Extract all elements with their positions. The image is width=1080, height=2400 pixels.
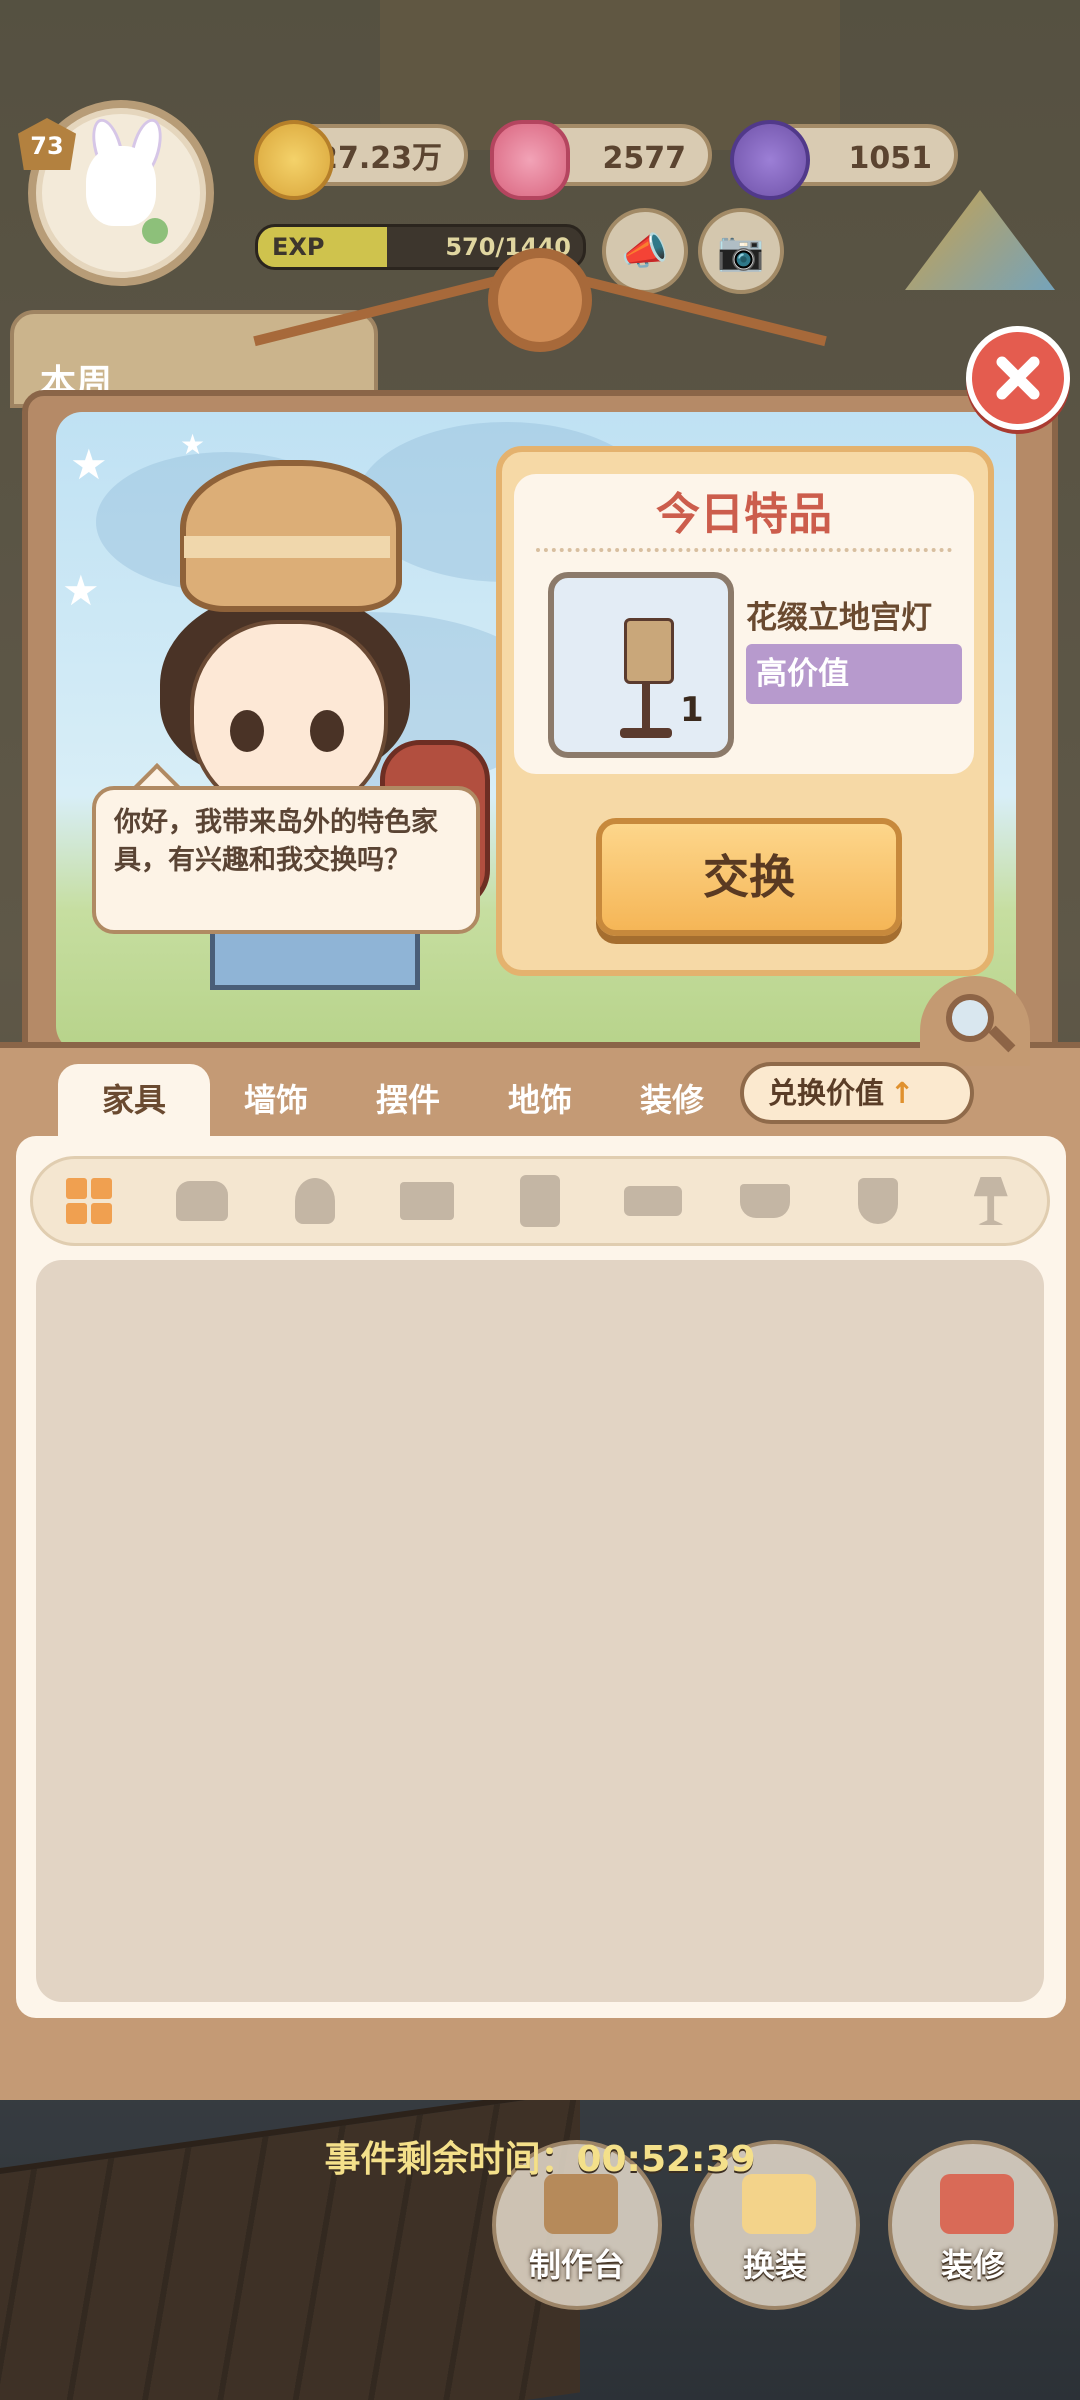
heart-icon — [490, 120, 570, 200]
floor-lantern-icon — [624, 618, 674, 684]
daily-special-title: 今日特品 — [656, 489, 832, 540]
arrow-up-icon: ↑ — [890, 1076, 915, 1110]
heart-counter[interactable]: 2577 — [490, 120, 712, 200]
hanger-knob — [488, 248, 592, 352]
toilet-icon — [858, 1178, 899, 1224]
subcat-kitchen[interactable] — [709, 1159, 822, 1243]
subcat-all[interactable] — [33, 1159, 146, 1243]
close-button[interactable] — [966, 326, 1070, 430]
value-tag: 高价值 — [746, 644, 962, 704]
announcement-button[interactable]: 📣 — [602, 208, 688, 294]
decorate-label: 装修 — [940, 2246, 1005, 2284]
outfit-label: 换装 — [742, 2246, 807, 2284]
lamp-icon — [973, 1177, 1008, 1225]
bed-icon — [623, 1186, 682, 1216]
subcat-bathroom[interactable] — [822, 1159, 935, 1243]
grid-icon — [66, 1178, 113, 1224]
speech-text: 你好，我带来岛外的特色家具，有兴趣和我交换吗？ — [114, 807, 438, 876]
exp-label: EXP — [272, 233, 325, 261]
sort-label: 兑换价值 — [768, 1076, 885, 1110]
item-count: 1 — [680, 690, 704, 730]
pot-icon — [740, 1184, 791, 1218]
subcat-desk[interactable] — [371, 1159, 484, 1243]
exchange-button[interactable]: 交换 — [596, 818, 902, 936]
sofa-icon — [176, 1181, 228, 1221]
shirt-icon — [742, 2174, 816, 2234]
heart-value: 2577 — [602, 141, 687, 176]
craft-label: 制作台 — [528, 2246, 625, 2284]
bunny-icon — [86, 146, 156, 226]
event-timer: 事件剩余时间：00:52:39 — [324, 2139, 756, 2180]
energy-value: 1051 — [848, 141, 933, 176]
subcat-sofa[interactable] — [146, 1159, 259, 1243]
item-name: 花缀立地宫灯 — [746, 600, 932, 636]
tab-wall-decor[interactable]: 墙饰 — [210, 1064, 342, 1136]
coin-counter[interactable]: 27.23万 — [254, 120, 468, 200]
glove-icon — [730, 120, 810, 200]
speech-bubble: 你好，我带来岛外的特色家具，有兴趣和我交换吗？ — [92, 786, 480, 934]
paint-roller-icon — [940, 2174, 1014, 2234]
subcat-chair[interactable] — [258, 1159, 371, 1243]
divider — [536, 548, 952, 552]
workbench-icon — [544, 2174, 618, 2234]
subcategory-bar — [30, 1156, 1050, 1246]
item-thumbnail[interactable] — [548, 572, 734, 758]
camera-icon: 📷 — [717, 228, 765, 273]
magnifier-icon — [946, 994, 994, 1042]
tab-furniture[interactable]: 家具 — [58, 1064, 210, 1136]
megaphone-icon: 📣 — [621, 228, 669, 273]
sort-by-value-button[interactable]: 兑换价值 ↑ — [740, 1062, 974, 1124]
cabinet-icon — [520, 1175, 561, 1227]
energy-counter[interactable]: 1051 — [730, 120, 958, 200]
armchair-icon — [294, 1178, 335, 1224]
tab-ornaments[interactable]: 摆件 — [342, 1064, 474, 1136]
desk-icon — [400, 1182, 455, 1220]
tab-renovation[interactable]: 装修 — [606, 1064, 738, 1136]
tab-floor-decor[interactable]: 地饰 — [474, 1064, 606, 1136]
coin-value: 27.23万 — [317, 141, 442, 176]
item-list-area — [36, 1260, 1044, 2002]
subcat-lamp[interactable] — [934, 1159, 1047, 1243]
category-tabs: 家具 墙饰 摆件 地饰 装修 — [58, 1064, 738, 1136]
camera-button[interactable]: 📷 — [698, 208, 784, 294]
coin-icon — [254, 120, 334, 200]
close-icon — [996, 356, 1040, 400]
subcat-cabinet[interactable] — [484, 1159, 597, 1243]
clover-icon — [142, 218, 168, 244]
subcat-bed[interactable] — [596, 1159, 709, 1243]
star-icon: ★ — [62, 566, 100, 615]
